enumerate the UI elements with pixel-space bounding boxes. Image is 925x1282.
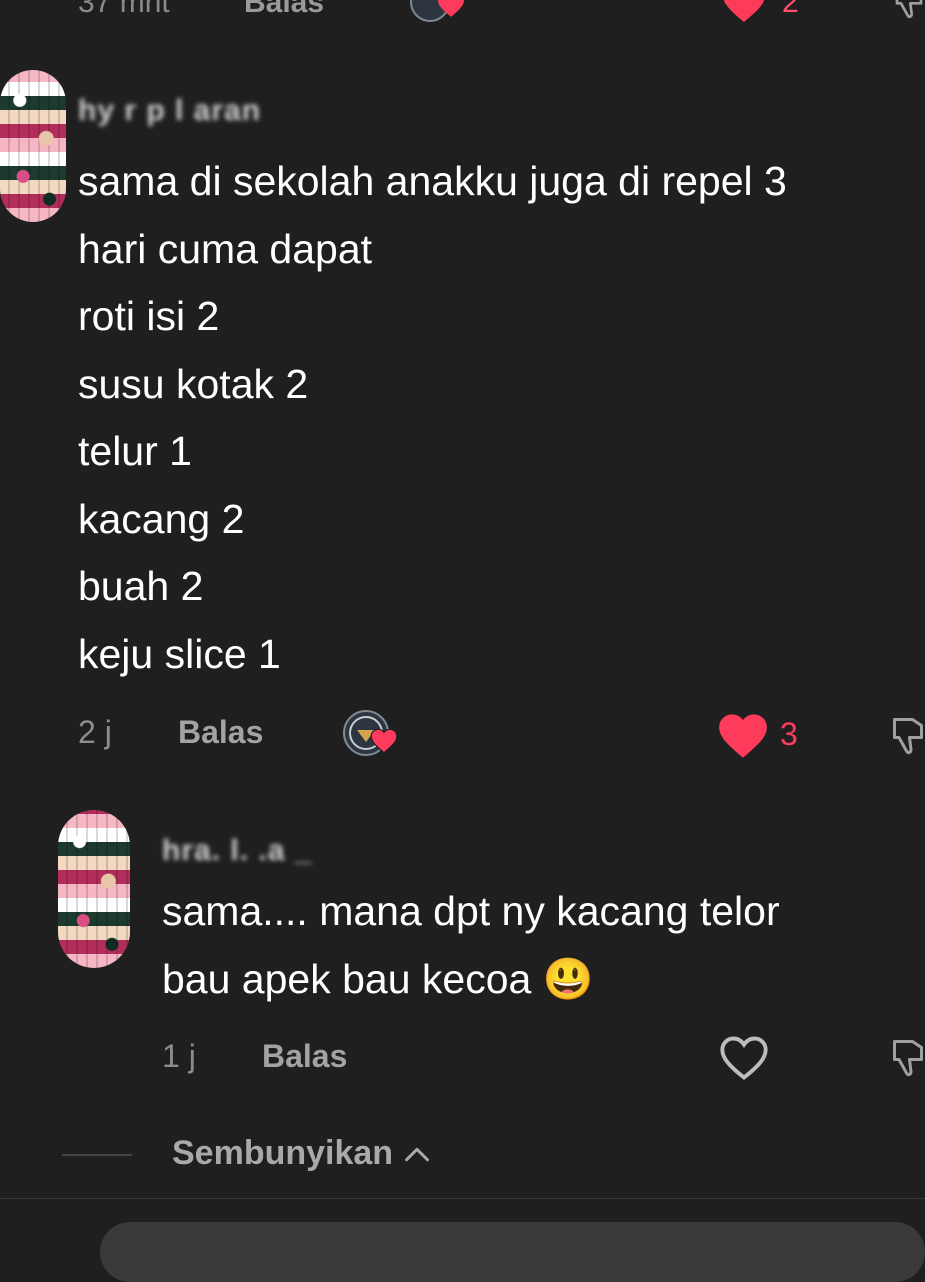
avatar[interactable] [58,810,130,968]
comment-time: 2 j [78,714,112,750]
chevron-up-icon [405,1147,430,1161]
like-count: 2 [782,0,799,19]
heart-filled-icon [438,0,464,17]
divider [0,1198,925,1199]
thumbs-down-icon[interactable] [890,1034,925,1082]
thumbs-down-icon[interactable] [890,712,925,760]
reply-button[interactable]: Balas [262,1038,347,1075]
username[interactable]: hra. l. .a _ [162,834,312,868]
like-button-heart-filled-icon[interactable] [717,712,769,760]
like-button-heart-filled-icon[interactable] [720,0,768,22]
comment-time: 1 j [162,1038,196,1074]
avatar[interactable] [0,70,66,222]
divider [62,1154,132,1156]
previous-comment-actions: 37 mnt Balas 2 [0,0,925,22]
comment-text: sama di sekolah anakku juga di repel 3 h… [78,158,787,677]
comment-text: sama.... mana dpt ny kacang telor bau ap… [162,888,780,1002]
thumbs-down-icon[interactable] [893,0,925,22]
like-count: 3 [780,716,798,752]
comment-time: 37 mnt [78,0,170,19]
reply-button[interactable]: Balas [178,714,263,751]
comment-input-bar[interactable] [100,1222,925,1282]
reply-button[interactable]: Balas [244,0,324,20]
like-button-heart-outline-icon[interactable] [718,1034,770,1082]
heart-filled-icon [370,728,398,754]
hide-replies-button[interactable]: Sembunyikan [172,1134,431,1173]
hide-replies-label: Sembunyikan [172,1134,394,1172]
username[interactable]: hy r p l aran [78,94,261,128]
